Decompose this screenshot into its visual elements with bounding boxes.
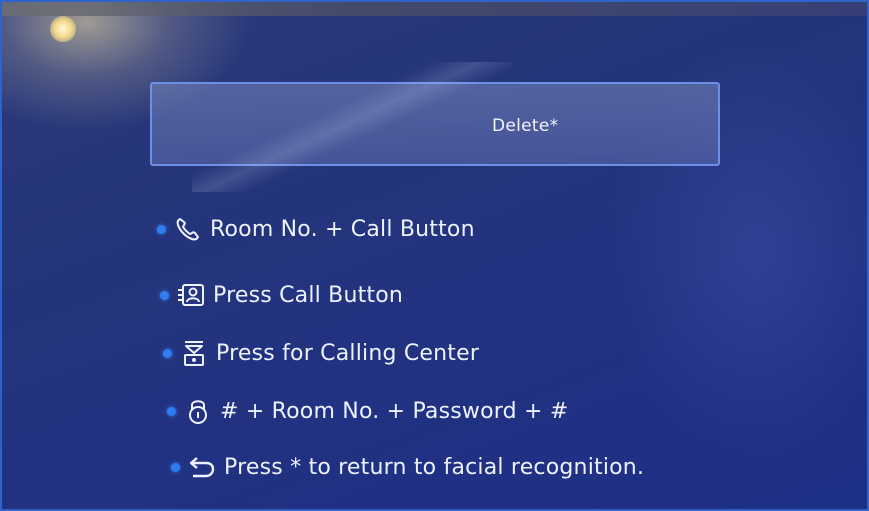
calling-center-icon (178, 338, 210, 368)
bullet-dot (163, 348, 172, 358)
instruction-item-call-button: Press Call Button (160, 280, 403, 310)
bullet-dot (160, 290, 169, 300)
phone-icon (172, 214, 204, 244)
input-display-text: Delete* (492, 116, 559, 136)
intercom-screen: Delete* Room No. + Call Button Press Cal… (0, 0, 869, 511)
return-arrow-icon (186, 452, 218, 482)
input-display-box[interactable]: Delete* (150, 82, 720, 166)
contact-card-icon (175, 280, 207, 310)
instruction-label: # + Room No. + Password + # (220, 398, 569, 424)
lock-icon (182, 396, 214, 426)
light-reflection (50, 16, 76, 42)
bullet-dot (167, 406, 176, 416)
instruction-label: Room No. + Call Button (210, 216, 475, 242)
instruction-item-calling-center: Press for Calling Center (163, 338, 479, 368)
bullet-dot (157, 224, 166, 234)
instruction-item-room-call: Room No. + Call Button (157, 214, 475, 244)
instruction-label: Press for Calling Center (216, 340, 480, 366)
instruction-item-password: # + Room No. + Password + # (167, 396, 568, 426)
instruction-item-return: Press * to return to facial recognition. (171, 452, 644, 482)
instruction-label: Press * to return to facial recognition. (224, 454, 645, 480)
bullet-dot (171, 462, 180, 472)
instruction-label: Press Call Button (213, 282, 404, 308)
screen-top-edge (2, 2, 867, 16)
